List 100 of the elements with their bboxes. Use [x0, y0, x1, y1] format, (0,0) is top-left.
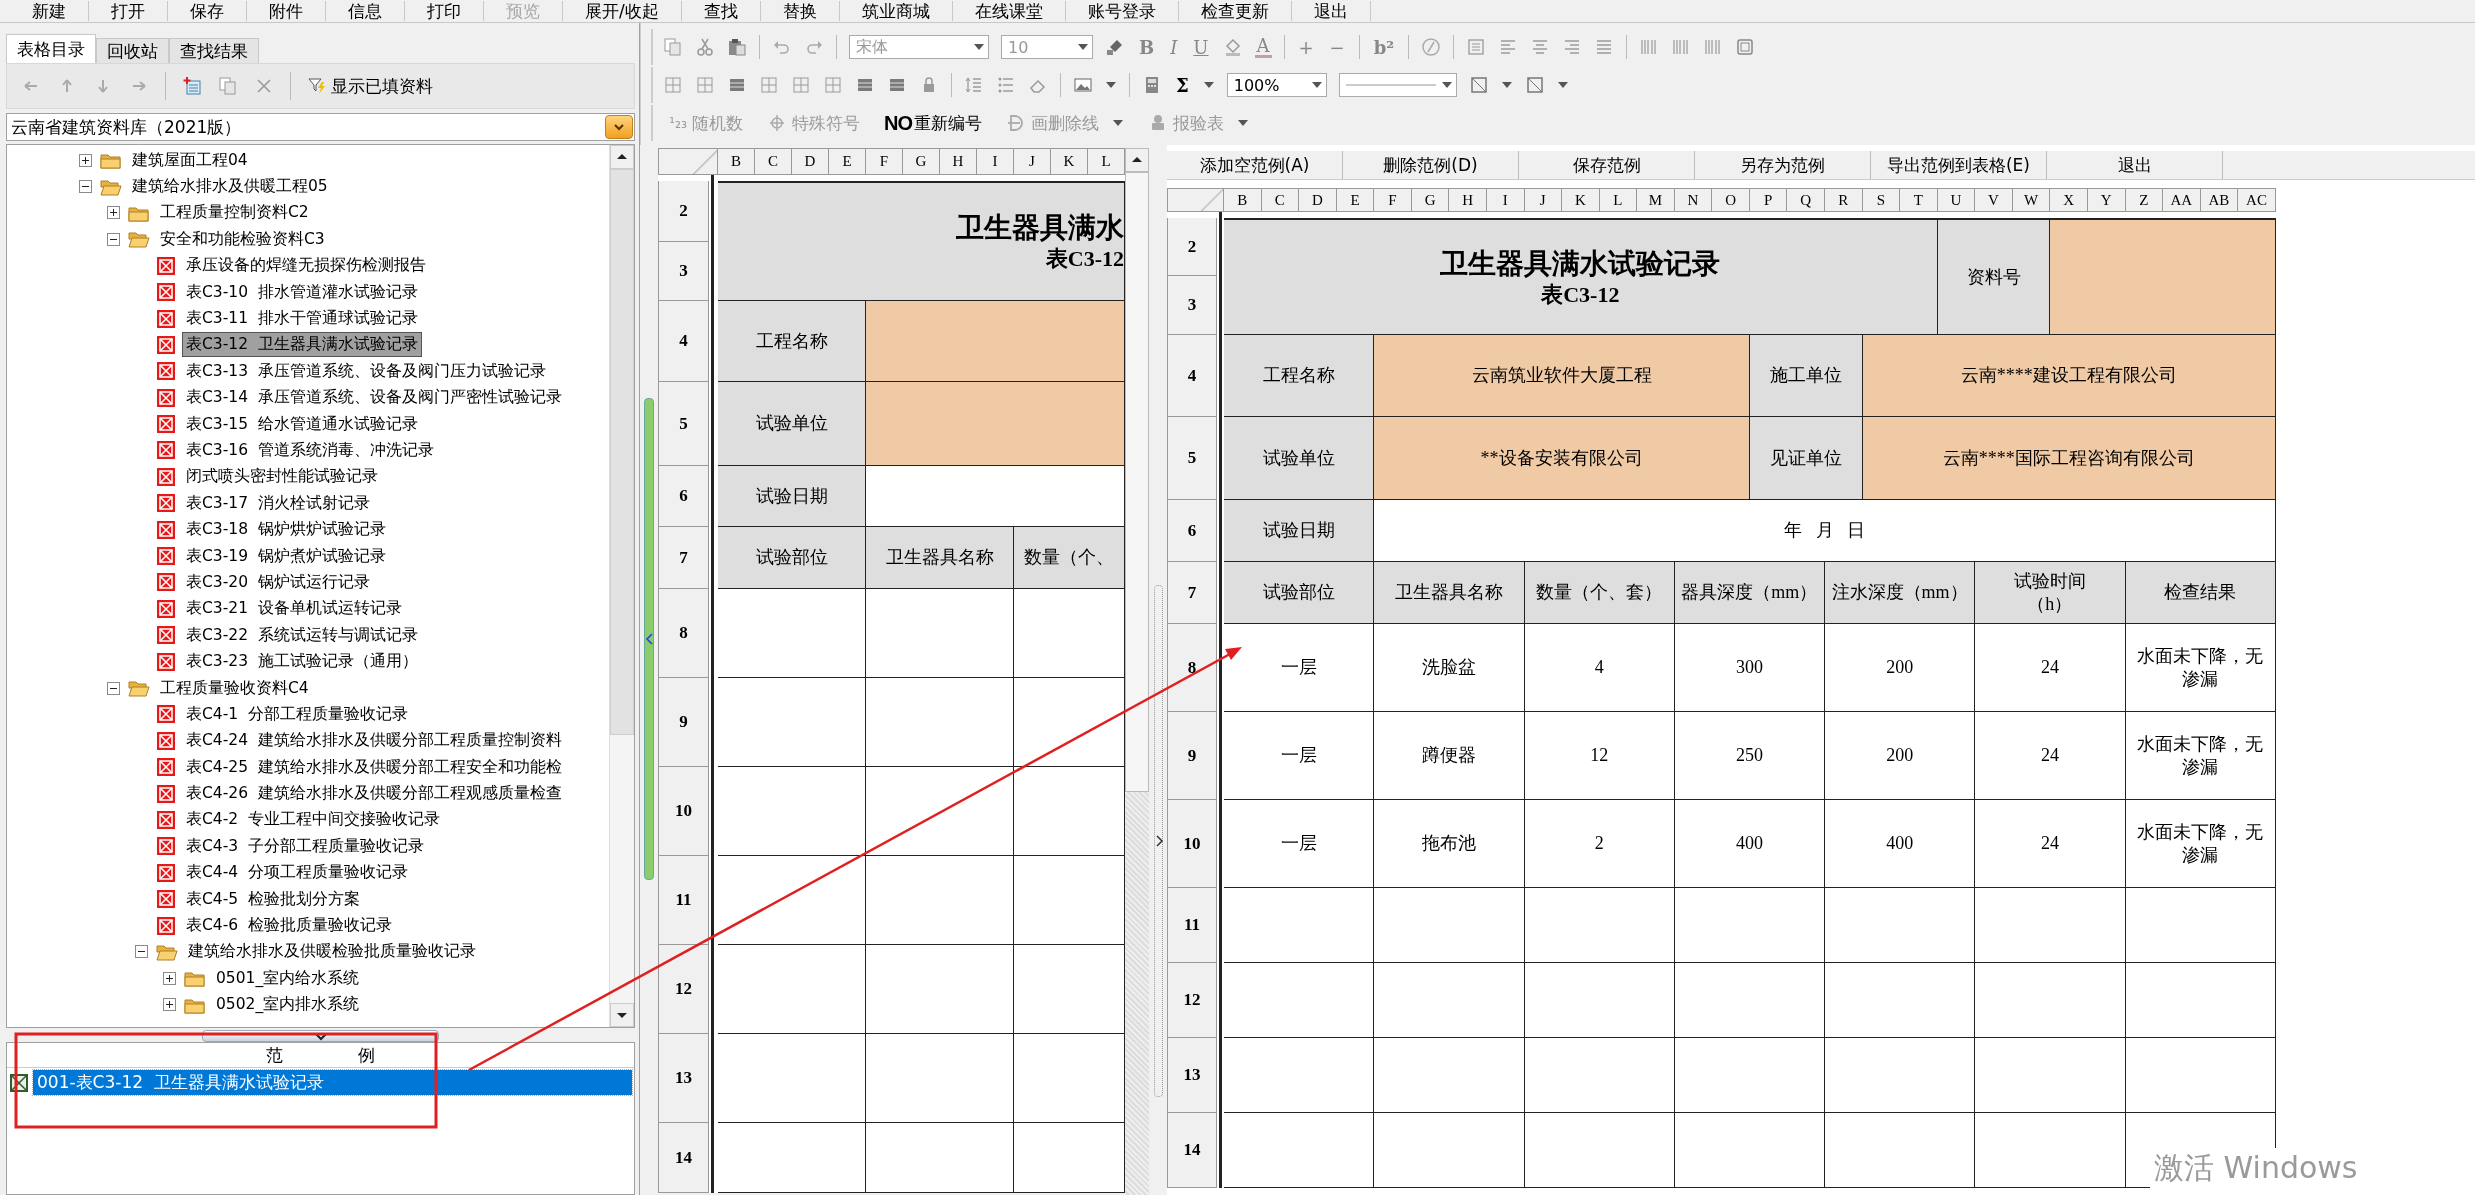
zoom-select[interactable]: 100%: [1226, 73, 1327, 97]
text-box-icon[interactable]: [1466, 37, 1487, 57]
tree-item[interactable]: 表C3-20 锅炉试运行记录: [182, 569, 374, 595]
column-header[interactable]: H: [940, 148, 977, 175]
library-select[interactable]: 云南省建筑资料库（2021版）: [6, 113, 635, 141]
tree-item[interactable]: 表C4-3 子分部工程质量验收记录: [182, 833, 428, 859]
grid-icon[interactable]: [663, 75, 683, 95]
column-header[interactable]: AA: [2163, 188, 2201, 212]
expand-icon[interactable]: [163, 998, 176, 1012]
menu-item[interactable]: 账号登录: [1065, 1, 1179, 21]
tree-item[interactable]: 表C3-13 承压管道系统、设备及阀门压力试验记录: [182, 358, 550, 384]
dropdown-button[interactable]: [605, 115, 633, 139]
row-header[interactable]: 12: [658, 945, 709, 1034]
toolbar-button[interactable]: 删除范例(D): [1343, 151, 1519, 179]
tree-item[interactable]: 表C4-5 检验批划分方案: [182, 886, 364, 912]
tree-item[interactable]: 安全和功能检验资料C3: [156, 226, 329, 252]
row-header[interactable]: 10: [1167, 800, 1217, 888]
clipboard-icon[interactable]: [727, 37, 747, 57]
tree-item[interactable]: 表C4-1 分部工程质量验收记录: [182, 701, 412, 727]
menu-item[interactable]: 在线课堂: [952, 1, 1066, 21]
grid-icon[interactable]: [823, 75, 843, 95]
column-header[interactable]: P: [1749, 188, 1788, 212]
column-header[interactable]: X: [2050, 188, 2088, 212]
menu-item[interactable]: 保存: [168, 1, 247, 21]
tree-item[interactable]: 建筑给水排水及供暖工程05: [128, 174, 332, 200]
select-all-corner[interactable]: [658, 148, 718, 175]
row-header[interactable]: 13: [1167, 1038, 1217, 1113]
column-header[interactable]: C: [1261, 188, 1300, 212]
column-header[interactable]: I: [977, 148, 1014, 175]
tree-item[interactable]: 闭式喷头密封性能试验记录: [182, 464, 382, 490]
column-header[interactable]: M: [1637, 188, 1675, 212]
row-header[interactable]: 6: [1167, 500, 1217, 562]
menu-item[interactable]: 打开: [89, 1, 168, 21]
toolbar-button[interactable]: 保存范例: [1519, 151, 1695, 179]
grid-icon[interactable]: [695, 75, 715, 95]
column-header[interactable]: O: [1712, 188, 1750, 212]
fraction-icon[interactable]: [1421, 37, 1442, 57]
table-cell[interactable]: **设备安装有限公司: [1374, 417, 1750, 500]
menu-item[interactable]: 新建: [10, 1, 89, 21]
scissors-icon[interactable]: [695, 37, 715, 57]
tree-item[interactable]: 表C4-24 建筑给水排水及供暖分部工程质量控制资料: [182, 728, 566, 754]
tree-item[interactable]: 表C3-19 锅炉煮炉试验记录: [182, 543, 390, 569]
menu-item[interactable]: 查找: [681, 1, 761, 21]
menu-item[interactable]: 展开/收起: [563, 1, 682, 21]
brush-icon[interactable]: [1105, 37, 1125, 57]
scroll-up-button[interactable]: [610, 145, 634, 169]
column-header[interactable]: B: [718, 148, 755, 175]
tree-item[interactable]: 承压设备的焊缝无损探伤检测报告: [182, 253, 430, 279]
row-header[interactable]: 9: [1167, 712, 1217, 800]
show-filled-button[interactable]: 显示已填资料: [307, 74, 433, 98]
toolbar-button[interactable]: 另存为范例: [1695, 151, 1871, 179]
row-header[interactable]: 13: [658, 1034, 709, 1123]
column-header[interactable]: G: [1411, 188, 1450, 212]
menu-item[interactable]: 检查更新: [1178, 1, 1292, 21]
row-header[interactable]: 2: [658, 181, 709, 242]
expand-icon[interactable]: [163, 971, 176, 985]
tree-item[interactable]: 表C3-14 承压管道系统、设备及阀门严密性试验记录: [182, 385, 566, 411]
column-header[interactable]: F: [866, 148, 903, 175]
column-header[interactable]: Q: [1787, 188, 1825, 212]
column-header[interactable]: Y: [2087, 188, 2126, 212]
column-header[interactable]: R: [1825, 188, 1863, 212]
column-header[interactable]: C: [755, 148, 792, 175]
row-header[interactable]: 10: [658, 767, 709, 856]
copy-icon[interactable]: [218, 76, 238, 96]
row-header[interactable]: 11: [658, 856, 709, 945]
column-header[interactable]: K: [1051, 148, 1088, 175]
tab[interactable]: 回收站: [96, 38, 169, 63]
row-header[interactable]: 8: [1167, 624, 1217, 712]
tree-item[interactable]: 建筑屋面工程04: [128, 147, 252, 173]
column-header[interactable]: J: [1014, 148, 1051, 175]
collapse-icon[interactable]: [107, 681, 120, 695]
column-header[interactable]: L: [1599, 188, 1638, 212]
add-sheet-icon[interactable]: [182, 76, 202, 96]
tree-item[interactable]: 表C3-12 卫生器具满水试验记录: [182, 332, 422, 358]
row-header[interactable]: 5: [658, 382, 709, 466]
image-icon[interactable]: [1073, 75, 1093, 95]
tree-item[interactable]: 表C3-15 给水管道通水试验记录: [182, 411, 422, 437]
tree-item[interactable]: 表C3-11 排水干管通球试验记录: [182, 306, 422, 332]
column-header[interactable]: S: [1862, 188, 1901, 212]
tree-item[interactable]: 建筑给水排水及供暖检验批质量验收记录: [184, 939, 480, 965]
row-header[interactable]: 3: [1167, 276, 1217, 335]
renumber-button[interactable]: NO重新编号: [878, 111, 989, 135]
column-header[interactable]: D: [792, 148, 829, 175]
collapse-icon[interactable]: [79, 180, 92, 194]
scrollbar-thumb[interactable]: [1125, 172, 1149, 792]
row-header[interactable]: 4: [658, 301, 709, 382]
column-header[interactable]: AB: [2200, 188, 2239, 212]
column-header[interactable]: F: [1374, 188, 1412, 212]
tree-item[interactable]: 0501_室内给水系统: [212, 965, 364, 991]
tree-item[interactable]: 表C3-23 施工试验记录（通用）: [182, 649, 422, 675]
scrollbar-thumb[interactable]: [610, 169, 634, 735]
tree-item[interactable]: 0502_室内排水系统: [212, 992, 364, 1018]
tab[interactable]: 表格目录: [6, 34, 96, 63]
table-cell[interactable]: 云南****国际工程咨询有限公司: [1862, 417, 2276, 500]
tree-item[interactable]: 表C3-10 排水管道灌水试验记录: [182, 279, 422, 305]
column-header[interactable]: H: [1449, 188, 1487, 212]
collapse-icon[interactable]: [135, 945, 148, 959]
toolbar-button[interactable]: 导出范例到表格(E): [1871, 151, 2047, 179]
row-header[interactable]: 11: [1167, 888, 1217, 963]
expand-icon[interactable]: [79, 153, 92, 167]
